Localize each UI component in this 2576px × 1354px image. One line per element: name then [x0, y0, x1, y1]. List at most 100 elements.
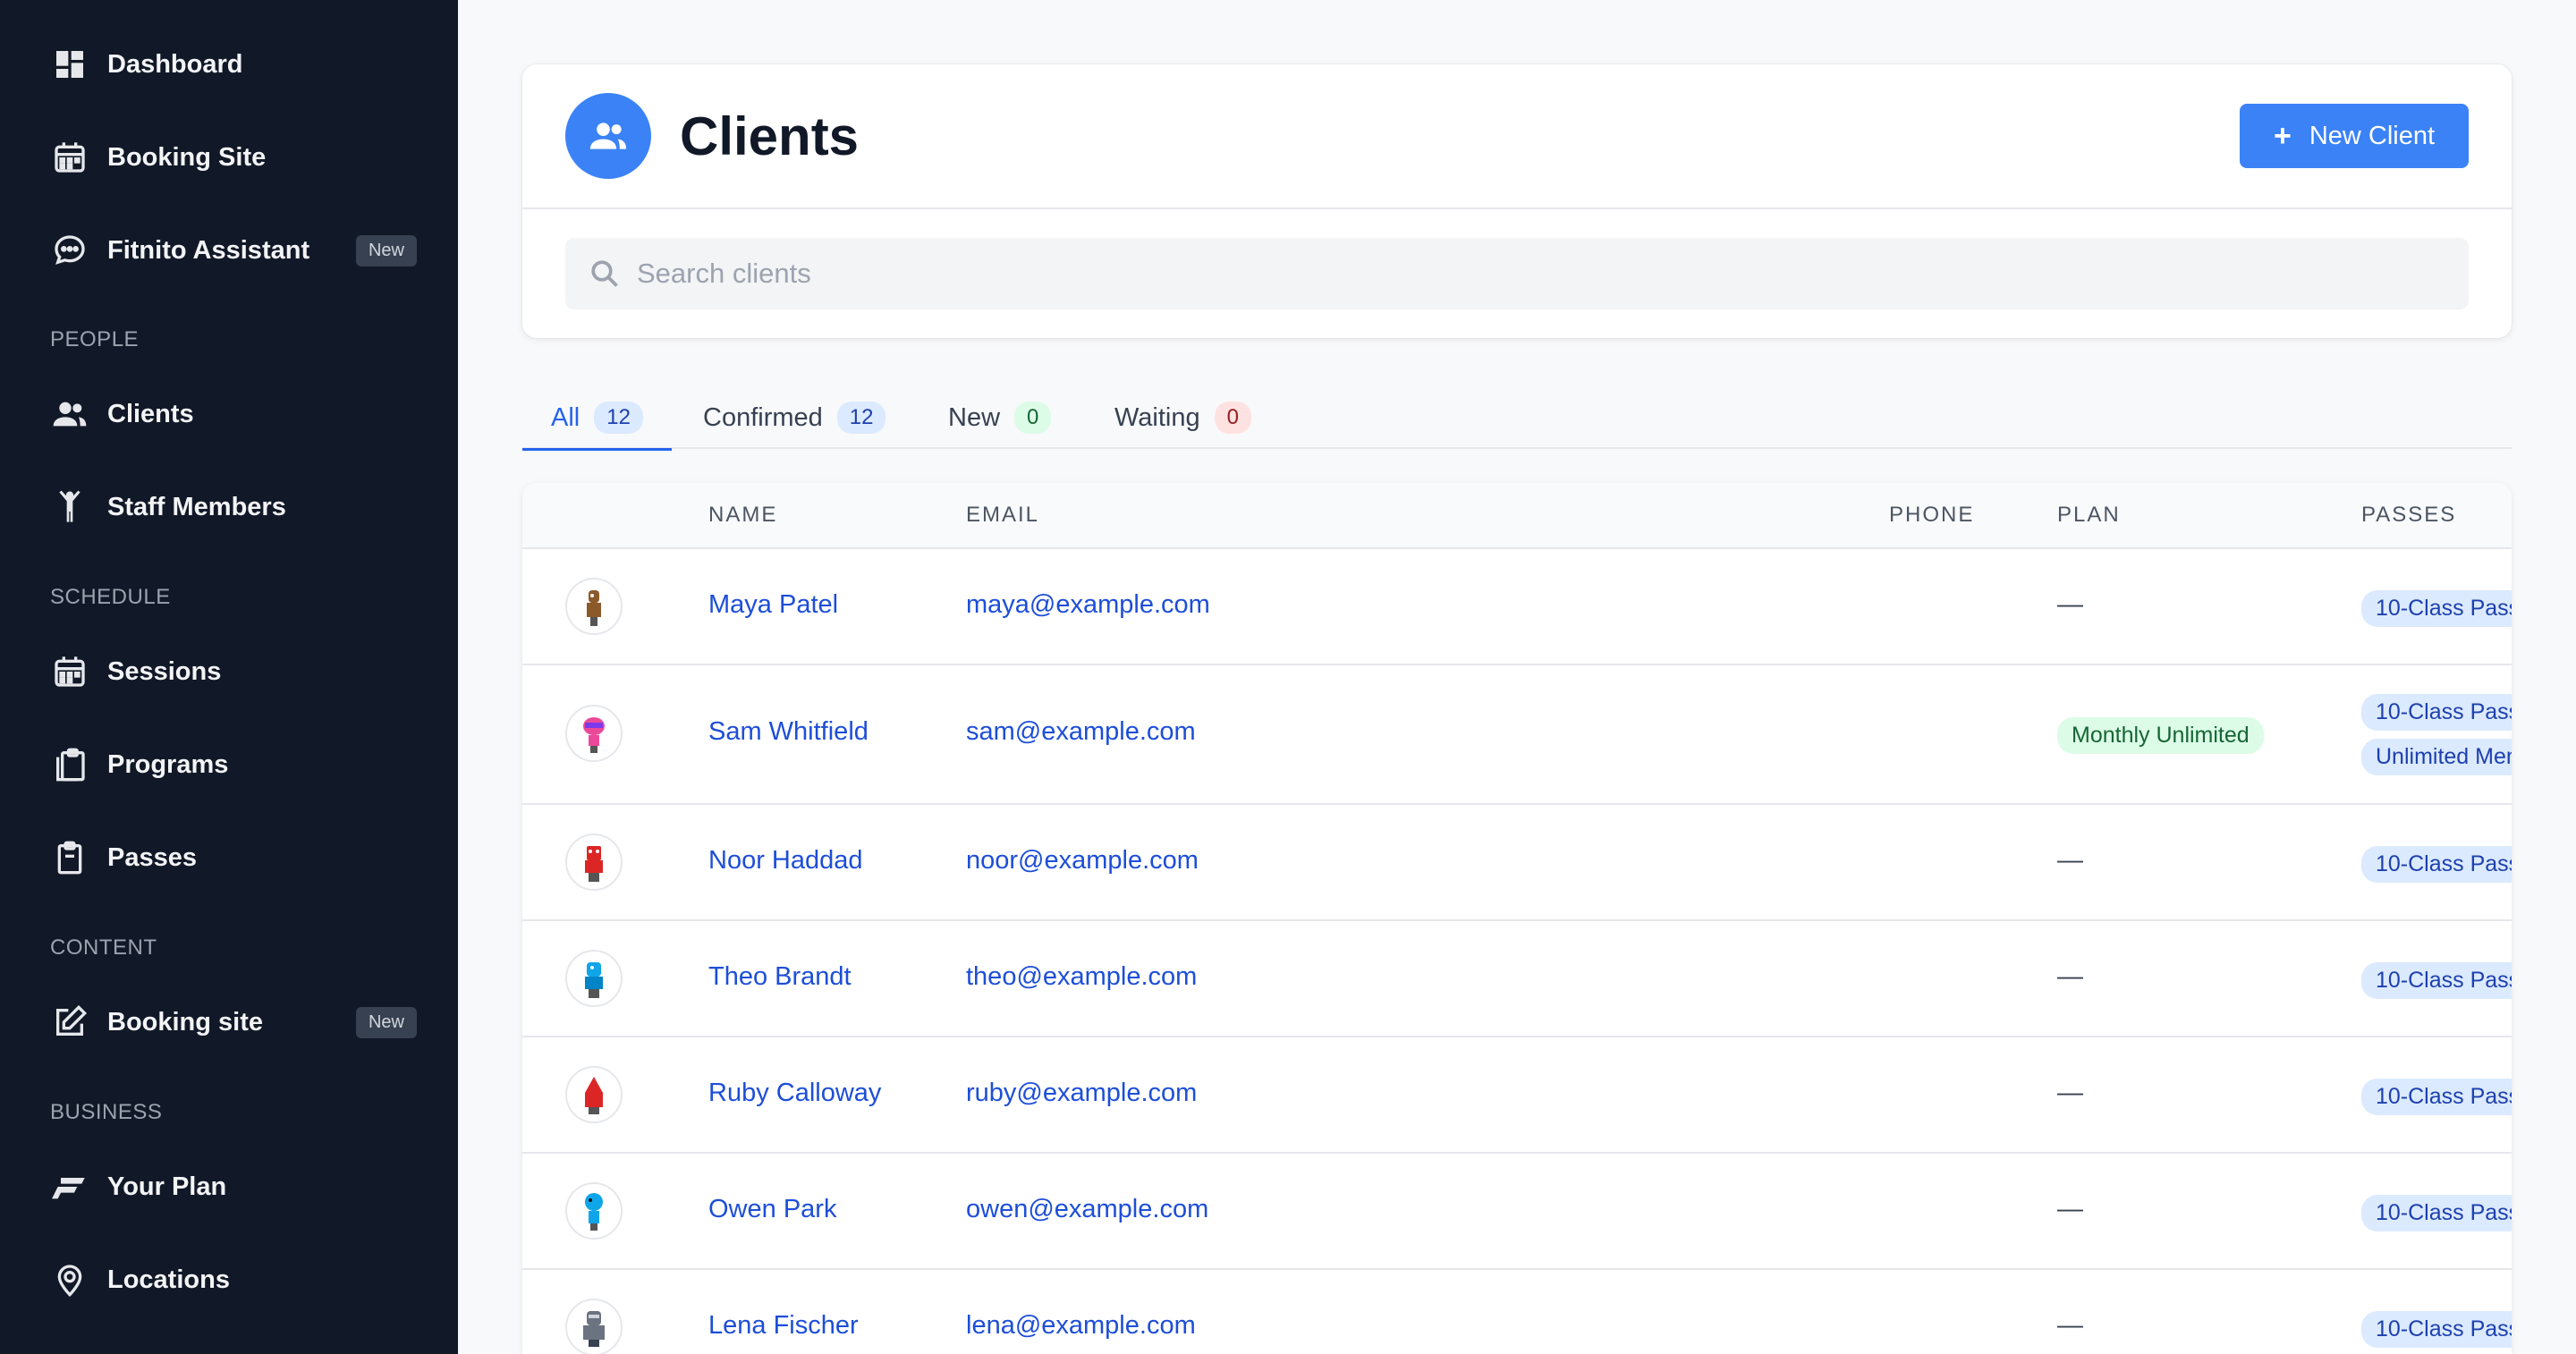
column-header-email[interactable]: EMAIL: [966, 503, 1039, 528]
sidebar-item-label: Fitnito Assistant: [107, 235, 310, 265]
tab-new[interactable]: New 0: [948, 386, 1052, 449]
section-label-people: PEOPLE: [50, 327, 140, 351]
table-row[interactable]: Sam Whitfield sam@example.com Monthly Un…: [522, 665, 2512, 805]
sidebar-item-sessions[interactable]: Sessions: [50, 645, 417, 698]
clients-table: NAME EMAIL PHONE PLAN PASSES Maya Patel …: [522, 483, 2512, 1354]
avatar: [565, 1299, 623, 1354]
sidebar-item-booking-site[interactable]: Booking Site: [50, 131, 417, 184]
client-email-link[interactable]: owen@example.com: [966, 1195, 1208, 1224]
client-filter-tabs: All 12 Confirmed 12 New 0 Waiting 0: [522, 386, 2512, 451]
sidebar-item-booking-site-editor[interactable]: Booking site New: [50, 995, 417, 1049]
tab-count: 12: [836, 402, 886, 434]
pass-badge: 10-Class Pass: [2361, 1079, 2512, 1115]
client-plan: —: [2057, 962, 2083, 991]
sidebar-item-label: Locations: [107, 1265, 230, 1294]
tab-label: Confirmed: [703, 402, 823, 432]
client-plan: —: [2057, 846, 2083, 875]
client-name-link[interactable]: Maya Patel: [708, 590, 838, 620]
people-icon: [50, 394, 89, 434]
people-icon: [565, 93, 651, 179]
sidebar-item-fitnito-assistant[interactable]: Fitnito Assistant New: [50, 224, 417, 277]
table-row[interactable]: Maya Patel maya@example.com — 10-Class P…: [522, 549, 2512, 665]
plan-badge: Monthly Unlimited: [2057, 717, 2264, 754]
sidebar-item-label: Sessions: [107, 656, 222, 686]
client-email-link[interactable]: maya@example.com: [966, 590, 1210, 620]
column-header-plan[interactable]: PLAN: [2057, 503, 2121, 528]
fitnito-logo-icon: [50, 1167, 89, 1206]
client-plan: —: [2057, 1311, 2083, 1340]
table-header: NAME EMAIL PHONE PLAN PASSES: [522, 483, 2512, 549]
client-email-link[interactable]: theo@example.com: [966, 962, 1197, 992]
search-input[interactable]: [637, 258, 2336, 290]
sidebar-item-label: Programs: [107, 749, 229, 779]
staff-figure-icon: [50, 487, 89, 527]
avatar: [565, 1066, 623, 1123]
table-row[interactable]: Lena Fischer lena@example.com — 10-Class…: [522, 1270, 2512, 1354]
sidebar: Dashboard Booking Site Fitnito Assistant…: [0, 0, 458, 1354]
sidebar-item-passes[interactable]: Passes: [50, 831, 417, 884]
column-header-passes[interactable]: PASSES: [2361, 503, 2456, 528]
sidebar-item-locations[interactable]: Locations: [50, 1253, 417, 1307]
pass-badge: 10-Class Pass: [2361, 846, 2512, 883]
table-row[interactable]: Noor Haddad noor@example.com — 10-Class …: [522, 805, 2512, 921]
tab-count: 0: [1214, 402, 1251, 434]
new-badge: New: [355, 1006, 417, 1038]
avatar: [565, 1182, 623, 1240]
table-row[interactable]: Ruby Calloway ruby@example.com — 10-Clas…: [522, 1037, 2512, 1154]
header-divider: [522, 207, 2512, 209]
avatar: [565, 578, 623, 635]
sidebar-item-label: Booking site: [107, 1007, 264, 1037]
column-header-phone[interactable]: PHONE: [1889, 503, 1974, 528]
tab-waiting[interactable]: Waiting 0: [1114, 386, 1251, 449]
tab-label: New: [948, 402, 1001, 432]
search-icon: [591, 260, 618, 287]
tab-all[interactable]: All 12: [522, 386, 672, 451]
clipboard-icon: [50, 838, 89, 877]
search-box[interactable]: [565, 238, 2469, 309]
client-plan: —: [2057, 1195, 2083, 1223]
client-email-link[interactable]: ruby@example.com: [966, 1079, 1197, 1108]
tab-label: All: [551, 402, 580, 432]
client-name-link[interactable]: Theo Brandt: [708, 962, 852, 992]
plus-icon: +: [2273, 118, 2292, 153]
client-email-link[interactable]: lena@example.com: [966, 1311, 1196, 1341]
calendar-icon: [50, 652, 89, 691]
client-name-link[interactable]: Ruby Calloway: [708, 1079, 881, 1108]
dashboard-icon: [50, 45, 89, 84]
pass-badge: 10-Class Pass: [2361, 1311, 2512, 1348]
new-client-button[interactable]: + New Client: [2240, 104, 2469, 168]
client-name-link[interactable]: Lena Fischer: [708, 1311, 859, 1341]
edit-icon: [50, 1003, 89, 1042]
sidebar-item-programs[interactable]: Programs: [50, 738, 417, 791]
clipboard-stack-icon: [50, 745, 89, 784]
avatar: [565, 705, 623, 762]
client-name-link[interactable]: Noor Haddad: [708, 846, 863, 876]
new-client-button-label: New Client: [2309, 121, 2436, 150]
table-row[interactable]: Theo Brandt theo@example.com — 10-Class …: [522, 921, 2512, 1037]
sidebar-item-label: Dashboard: [107, 49, 243, 79]
client-name-link[interactable]: Owen Park: [708, 1195, 836, 1224]
clients-header-card: Clients + New Client: [522, 64, 2512, 338]
sidebar-item-clients[interactable]: Clients: [50, 387, 417, 441]
client-name-link[interactable]: Sam Whitfield: [708, 717, 869, 747]
sidebar-item-label: Your Plan: [107, 1172, 227, 1201]
column-header-name[interactable]: NAME: [708, 503, 777, 528]
sidebar-item-staff-members[interactable]: Staff Members: [50, 480, 417, 534]
pass-badge: 10-Class Pass: [2361, 694, 2512, 731]
section-label-schedule: SCHEDULE: [50, 585, 171, 609]
page-title: Clients: [680, 106, 860, 166]
tab-count: 12: [594, 402, 643, 434]
sidebar-item-dashboard[interactable]: Dashboard: [50, 38, 417, 91]
client-email-link[interactable]: noor@example.com: [966, 846, 1199, 876]
tab-confirmed[interactable]: Confirmed 12: [703, 386, 886, 449]
pass-badge: 10-Class Pass: [2361, 962, 2512, 999]
tab-label: Waiting: [1114, 402, 1200, 432]
section-label-business: BUSINESS: [50, 1100, 163, 1124]
avatar: [565, 950, 623, 1007]
sidebar-item-your-plan[interactable]: Your Plan: [50, 1160, 417, 1214]
sidebar-item-label: Passes: [107, 842, 197, 872]
new-badge: New: [355, 234, 417, 267]
table-row[interactable]: Owen Park owen@example.com — 10-Class Pa…: [522, 1154, 2512, 1270]
calendar-icon: [50, 138, 89, 177]
client-email-link[interactable]: sam@example.com: [966, 717, 1196, 747]
